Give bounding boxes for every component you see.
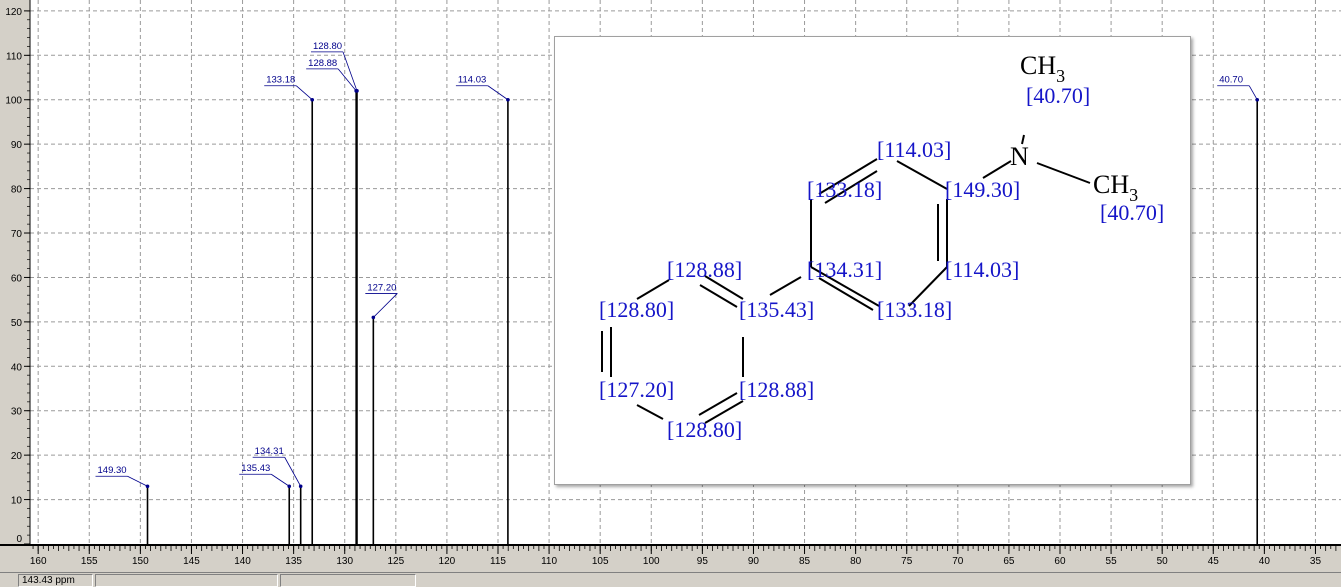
shift-label: [135.43] <box>739 297 814 322</box>
x-tick-label: 35 <box>1310 556 1322 567</box>
peak-label: 135.43 <box>241 463 270 474</box>
status-bar: 143.43 ppm <box>0 572 1341 587</box>
peak-label-leader <box>337 68 357 92</box>
shift-label: [149.30] <box>945 177 1020 202</box>
bond <box>698 392 738 416</box>
y-tick-label: 50 <box>11 318 23 329</box>
shift-label: [128.88] <box>739 377 814 402</box>
shift-label: [128.88] <box>667 257 742 282</box>
bond <box>896 160 948 190</box>
x-tick-label: 150 <box>132 556 149 567</box>
x-tick-label: 100 <box>643 556 660 567</box>
y-tick-label: 80 <box>11 185 23 196</box>
x-tick-label: 145 <box>183 556 200 567</box>
y-tick-label: 90 <box>11 140 23 151</box>
y-tick-label: 110 <box>6 51 22 62</box>
bond <box>636 404 664 420</box>
x-tick-label: 115 <box>490 556 506 567</box>
cursor-position-readout: 143.43 ppm <box>18 574 93 587</box>
x-tick-label: 85 <box>799 556 811 567</box>
bond <box>769 276 802 296</box>
peak-label: 149.30 <box>98 465 127 476</box>
x-tick-label: 105 <box>592 556 609 567</box>
x-tick-label: 60 <box>1054 556 1066 567</box>
x-tick-label: 130 <box>336 556 353 567</box>
peak-label: 133.18 <box>266 75 295 86</box>
shift-label: [133.18] <box>807 177 882 202</box>
x-tick-label: 90 <box>748 556 760 567</box>
bond <box>982 160 1012 179</box>
bond <box>699 284 738 308</box>
peak-label-leader <box>127 475 148 487</box>
y-tick-label: 100 <box>5 96 22 107</box>
x-tick-label: 75 <box>901 556 913 567</box>
y-tick-label: 60 <box>11 273 23 284</box>
x-tick-label: 70 <box>952 556 964 567</box>
peak-label-leader <box>373 293 398 318</box>
shift-label: [40.70] <box>1100 200 1164 225</box>
y-axis-ruler <box>0 0 30 544</box>
x-tick-label: 45 <box>1208 556 1220 567</box>
y-tick-label: 70 <box>11 229 23 240</box>
peak-label-leader <box>284 457 302 487</box>
shift-label: [114.03] <box>877 137 951 162</box>
x-tick-label: 55 <box>1106 556 1118 567</box>
bond <box>1036 162 1091 184</box>
x-tick-label: 80 <box>850 556 862 567</box>
x-tick-label: 120 <box>439 556 456 567</box>
shift-label: [128.80] <box>667 417 742 442</box>
x-tick-label: 65 <box>1003 556 1015 567</box>
x-tick-label: 125 <box>387 556 404 567</box>
x-tick-label: 155 <box>81 556 98 567</box>
shift-label: [133.18] <box>877 297 952 322</box>
y-tick-label: 10 <box>11 496 23 507</box>
y-tick-label: 0 <box>16 534 22 545</box>
nitrogen-atom: N <box>1010 142 1029 171</box>
peak-label: 128.88 <box>308 58 337 69</box>
structure-panel[interactable]: N CH3 CH3 [40.70] [40.70] [114.03] [133.… <box>554 36 1191 485</box>
peak-label: 114.03 <box>458 75 486 86</box>
shift-label: [128.80] <box>599 297 674 322</box>
x-tick-label: 95 <box>697 556 709 567</box>
shift-label: [40.70] <box>1026 83 1090 108</box>
status-cell-empty <box>95 574 278 587</box>
peak-label-leader <box>1248 85 1258 100</box>
methyl-top-atom: CH3 <box>1020 51 1065 86</box>
peak-label: 128.80 <box>313 41 342 52</box>
shift-label: [114.03] <box>945 257 1019 282</box>
molecule-structure: N CH3 CH3 [40.70] [40.70] [114.03] [133.… <box>599 51 1164 442</box>
x-tick-label: 40 <box>1259 556 1271 567</box>
y-tick-label: 20 <box>11 451 23 462</box>
x-tick-label: 50 <box>1157 556 1169 567</box>
x-tick-label: 140 <box>234 556 251 567</box>
peak-label: 40.70 <box>1219 75 1243 86</box>
x-axis-ruler <box>0 544 1341 572</box>
x-tick-label: 160 <box>30 556 47 567</box>
y-tick-label: 120 <box>5 7 22 18</box>
peak-label-leader <box>271 473 290 487</box>
shift-label: [127.20] <box>599 377 674 402</box>
peak-label-leader <box>295 85 313 101</box>
x-tick-label: 135 <box>285 556 302 567</box>
y-tick-label: 40 <box>11 362 23 373</box>
y-tick-label: 30 <box>11 407 23 418</box>
peak-label: 134.31 <box>255 446 284 457</box>
x-tick-label: 110 <box>541 556 557 567</box>
bond <box>818 277 874 311</box>
status-cell-empty <box>280 574 416 587</box>
shift-label: [134.31] <box>807 257 882 282</box>
peak-label: 127.20 <box>367 282 396 293</box>
